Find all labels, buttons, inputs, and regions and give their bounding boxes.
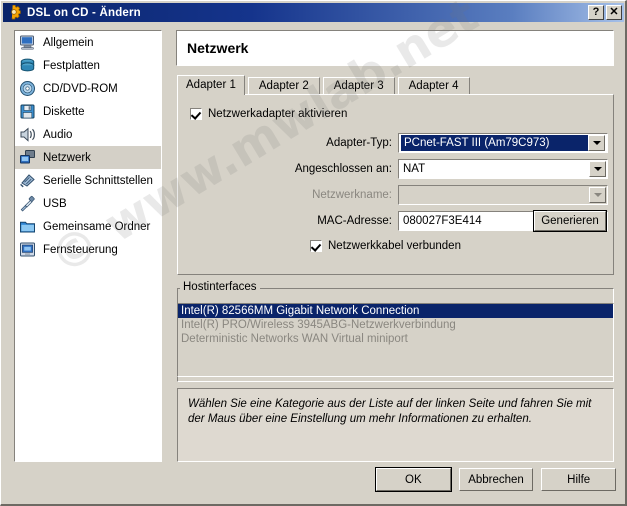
speaker-icon [20,127,35,142]
tab-adapter-3[interactable]: Adapter 3 [322,77,395,95]
list-item-label: Intel(R) 82566MM Gigabit Network Connect… [181,305,420,317]
gear-icon [11,5,21,20]
cancel-button[interactable]: Abbrechen [458,468,534,491]
tab-label: Adapter 4 [408,80,459,92]
list-item-label: Intel(R) PRO/Wireless 3945ABG-Netzwerkve… [181,319,456,331]
cd-icon [20,81,35,96]
mac-address-label: MAC-Adresse: [317,215,392,227]
sidebar-item-label: Diskette [43,105,85,118]
sidebar-item-gemeinsame-ordner[interactable]: Gemeinsame Ordner [15,215,161,238]
enable-network-adapter-label: Netzwerkadapter aktivieren [208,108,348,120]
sidebar-item-label: Audio [43,128,73,141]
tab-label: Adapter 1 [186,79,236,91]
attached-to-combobox[interactable]: NAT [398,159,608,179]
network-name-label: Netzwerkname: [312,189,392,201]
sidebar-item-diskette[interactable]: Diskette [15,100,161,123]
cancel-button-label: Abbrechen [468,473,524,486]
info-hint-text: Wählen Sie eine Kategorie aus der Liste … [188,398,592,425]
enable-network-adapter-checkbox-row[interactable]: Netzwerkadapter aktivieren [190,108,347,120]
sidebar-item-label: Fernsteuerung [43,243,118,256]
serial-port-icon [20,174,35,188]
adapter-type-combobox[interactable]: PCnet-FAST III (Am79C973) [398,133,608,153]
adapter-type-label: Adapter-Typ: [326,137,392,149]
sidebar-item-label: USB [43,197,67,210]
sidebar-item-audio[interactable]: Audio [15,123,161,146]
chevron-down-icon[interactable] [588,135,605,151]
attached-to-label: Angeschlossen an: [294,163,392,175]
sidebar-item-label: CD/DVD-ROM [43,82,118,95]
sidebar-item-cd-dvd-rom[interactable]: CD/DVD-ROM [15,77,161,100]
category-sidebar[interactable]: Allgemein Festplatten CD/DVD-ROM Diskett… [14,30,162,462]
list-item-label: Deterministic Networks WAN Virtual minip… [181,333,408,345]
sidebar-item-netzwerk[interactable]: Netzwerk [15,146,161,169]
enable-network-adapter-checkbox[interactable] [190,108,202,120]
settings-dialog-window: DSL on CD - Ändern ? ✕ Allgemein Festpla… [0,0,627,506]
hostinterfaces-list[interactable]: Intel(R) 82566MM Gigabit Network Connect… [177,303,614,377]
tab-adapter-1[interactable]: Adapter 1 [177,75,245,95]
page-title-bar: Netzwerk [176,30,614,66]
network-name-combobox [398,185,608,205]
adapter-type-value: PCnet-FAST III (Am79C973) [401,135,588,151]
ok-button-label: OK [405,473,422,486]
hostinterfaces-legend: Hostinterfaces [180,281,260,293]
sidebar-item-serielle-schnittstellen[interactable]: Serielle Schnittstellen [15,169,161,192]
list-item[interactable]: Intel(R) 82566MM Gigabit Network Connect… [178,304,613,318]
dialog-button-bar: OK Abbrechen Hilfe [375,467,617,492]
sidebar-item-fernsteuerung[interactable]: Fernsteuerung [15,238,161,261]
floppy-icon [20,104,35,119]
cable-connected-label: Netzwerkkabel verbunden [328,240,461,252]
cable-connected-checkbox-row[interactable]: Netzwerkkabel verbunden [310,240,461,252]
hostinterfaces-group: Hostinterfaces Intel(R) 82566MM Gigabit … [177,281,614,382]
tab-label: Adapter 3 [333,80,384,92]
usb-plug-icon [20,195,35,212]
help-button[interactable]: Hilfe [541,468,617,491]
chevron-down-icon [589,187,606,203]
ok-button[interactable]: OK [375,467,452,492]
mac-address-value: 080027F3E414 [403,215,482,227]
tab-adapter-4[interactable]: Adapter 4 [397,77,470,95]
title-bar[interactable]: DSL on CD - Ändern ? ✕ [3,3,624,22]
tab-adapter-2[interactable]: Adapter 2 [247,77,320,95]
cable-connected-checkbox[interactable] [310,240,322,252]
monitor-icon [20,35,34,50]
harddisk-icon [20,58,35,72]
sidebar-item-label: Netzwerk [43,151,91,164]
tab-label: Adapter 2 [258,80,309,92]
sidebar-item-allgemein[interactable]: Allgemein [15,31,161,54]
sidebar-item-label: Serielle Schnittstellen [43,174,153,187]
sidebar-item-label: Allgemein [43,36,94,49]
help-titlebar-button[interactable]: ? [588,5,604,20]
adapter-tabstrip[interactable]: Adapter 1 Adapter 2 Adapter 3 Adapter 4 [177,75,614,95]
adapter-type-row: Adapter-Typ: PCnet-FAST III (Am79C973) [210,133,610,153]
attached-to-value: NAT [403,163,426,175]
sidebar-item-festplatten[interactable]: Festplatten [15,54,161,77]
chevron-down-icon[interactable] [589,161,606,177]
help-button-label: Hilfe [567,473,591,486]
sidebar-item-usb[interactable]: USB [15,192,161,215]
network-name-row: Netzwerkname: [210,185,610,205]
network-name-value [400,187,589,203]
generate-mac-label: Generieren [541,215,599,227]
list-item[interactable]: Deterministic Networks WAN Virtual minip… [178,332,613,346]
sidebar-item-label: Festplatten [43,59,100,72]
generate-mac-button[interactable]: Generieren [533,210,607,232]
sidebar-item-label: Gemeinsame Ordner [43,220,151,233]
info-hint-box: Wählen Sie eine Kategorie aus der Liste … [177,388,614,462]
remote-display-icon [20,242,35,257]
close-icon[interactable]: ✕ [606,5,622,20]
list-item[interactable]: Intel(R) PRO/Wireless 3945ABG-Netzwerkve… [178,318,613,332]
network-icon [20,150,35,164]
folder-icon [20,221,35,233]
window-title: DSL on CD - Ändern [27,6,141,19]
page-title: Netzwerk [187,40,249,56]
attached-to-row: Angeschlossen an: NAT [210,159,610,179]
adapter-settings-panel: Netzwerkadapter aktivieren Adapter-Typ: … [177,94,614,275]
